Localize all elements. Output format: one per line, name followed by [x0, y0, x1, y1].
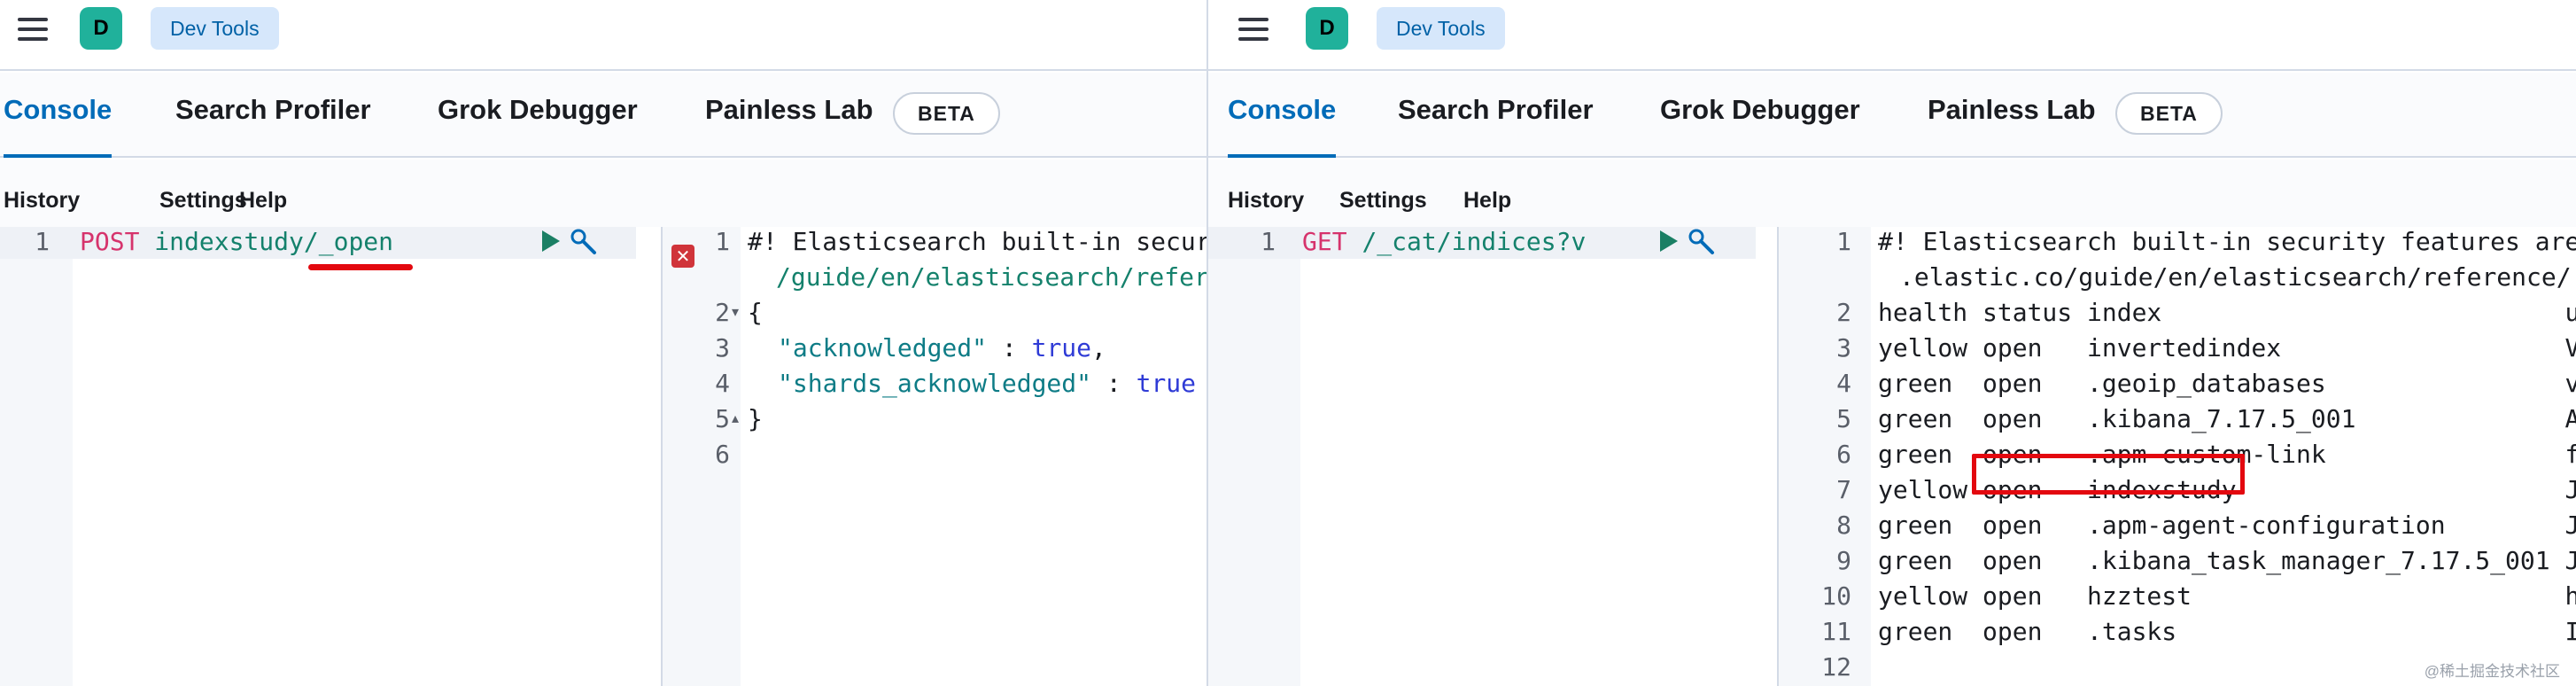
line-number: 3 [1836, 333, 1851, 362]
history-link[interactable]: History [1228, 188, 1304, 214]
devtools-tabs: Console Search Profiler Grok Debugger Pa… [1208, 73, 2576, 158]
beta-badge: BETA [893, 92, 1000, 135]
fold-close-icon[interactable]: ▴ [732, 409, 739, 427]
http-method: POST [80, 227, 140, 256]
http-method: GET [1302, 227, 1347, 256]
request-editor[interactable]: 1 GET /_cat/indices?v [1208, 227, 1756, 686]
cat-indices-row: green open .kibana_7.17.5_001 A [1878, 404, 2576, 433]
header-bar: D Dev Tools [0, 0, 1207, 71]
line-number: 2 [715, 298, 730, 327]
cat-indices-row: green open .kibana_task_manager_7.17.5_0… [1878, 546, 2576, 575]
response-comment-2: /guide/en/elasticsearch/refer [776, 262, 1207, 292]
space-avatar[interactable]: D [1306, 7, 1348, 50]
response-comment-1: #! Elasticsearch built-in security featu… [1878, 227, 2576, 256]
response-panel: 1 #! Elasticsearch built-in security fea… [1777, 227, 2576, 686]
settings-link[interactable]: Settings [1339, 188, 1427, 214]
line-number: 1 [35, 227, 50, 256]
response-field-shards-acknowledged: "shards_acknowledged" : true [778, 369, 1196, 398]
line-number: 10 [1821, 581, 1851, 611]
line-number: 3 [715, 333, 730, 362]
response-comment-2: .elastic.co/guide/en/elasticsearch/refer… [1899, 262, 2572, 292]
space-avatar[interactable]: D [80, 7, 122, 50]
request-line[interactable]: GET /_cat/indices?v [1302, 227, 1586, 256]
line-number: 1 [715, 227, 730, 256]
cat-indices-row: yellow open invertedindex V [1878, 333, 2576, 362]
devtools-tabs: Console Search Profiler Grok Debugger Pa… [0, 73, 1207, 158]
response-comment-1: #! Elasticsearch built-in secur [748, 227, 1207, 256]
cat-indices-row: green open .apm-agent-configuration J [1878, 511, 2576, 540]
console-menu: History Settings Help [0, 160, 1207, 227]
line-number: 2 [1836, 298, 1851, 327]
response-panel: ✕ 1 2 3 4 5 6 ▾ ▴ #! Elasticsearch built… [661, 227, 1207, 686]
tab-search-profiler[interactable]: Search Profiler [1398, 94, 1594, 158]
json-separator: : [1091, 369, 1137, 398]
json-value: true [1136, 369, 1197, 398]
response-field-acknowledged: "acknowledged" : true, [778, 333, 1106, 362]
request-gutter [0, 227, 73, 686]
request-gutter [1208, 227, 1300, 686]
line-number: 4 [1836, 369, 1851, 398]
help-link[interactable]: Help [1463, 188, 1511, 214]
error-icon[interactable]: ✕ [671, 245, 694, 268]
json-comma: , [1091, 333, 1106, 362]
tab-console[interactable]: Console [1228, 94, 1337, 158]
tab-painless-lab[interactable]: Painless Lab [705, 94, 873, 158]
tab-search-profiler[interactable]: Search Profiler [175, 94, 371, 158]
annotation-underline [308, 264, 413, 270]
line-number: 6 [1836, 440, 1851, 469]
tab-grok-debugger[interactable]: Grok Debugger [1660, 94, 1860, 158]
request-path: /_cat/indices?v [1362, 227, 1587, 256]
run-request-icon[interactable] [1660, 230, 1678, 252]
open-brace: { [748, 298, 763, 327]
hamburger-menu-icon[interactable] [1238, 16, 1269, 43]
json-separator: : [987, 333, 1032, 362]
line-number: 1 [1261, 227, 1276, 256]
line-number: 11 [1821, 617, 1851, 646]
fold-open-icon[interactable]: ▾ [732, 303, 739, 321]
annotation-highlight-box [1972, 454, 2245, 495]
left-devtools-window: D Dev Tools Console Search Profiler Grok… [0, 0, 1207, 686]
right-devtools-window: D Dev Tools Console Search Profiler Grok… [1207, 0, 2576, 686]
cat-indices-row: green open .tasks I [1878, 617, 2576, 646]
line-number: 1 [1836, 227, 1851, 256]
settings-link[interactable]: Settings [159, 188, 247, 214]
cat-indices-row: yellow open hzztest h [1878, 581, 2576, 611]
line-number: 5 [1836, 404, 1851, 433]
request-editor[interactable]: 1 POST indexstudy/_open [0, 227, 636, 686]
hamburger-menu-icon[interactable] [18, 16, 48, 43]
beta-badge: BETA [2115, 92, 2223, 135]
line-number: 6 [715, 440, 730, 469]
line-number: 5 [715, 404, 730, 433]
close-brace: } [748, 404, 763, 433]
json-value: true [1031, 333, 1092, 362]
run-request-icon[interactable] [542, 230, 560, 252]
console-menu: History Settings Help [1208, 160, 2576, 227]
wrench-icon[interactable] [569, 227, 599, 257]
request-line[interactable]: POST indexstudy/_open [80, 227, 393, 256]
line-number: 7 [1836, 475, 1851, 504]
tab-painless-lab[interactable]: Painless Lab [1928, 94, 2096, 158]
breadcrumb-dev-tools[interactable]: Dev Tools [151, 7, 279, 50]
tab-console[interactable]: Console [4, 94, 113, 158]
wrench-icon[interactable] [1687, 227, 1717, 257]
history-link[interactable]: History [4, 188, 80, 214]
line-number: 8 [1836, 511, 1851, 540]
cat-indices-row: health status index u [1878, 298, 2576, 327]
request-path: indexstudy/_open [154, 227, 394, 256]
watermark: @稀土掘金技术社区 [2424, 663, 2560, 680]
line-number: 9 [1836, 546, 1851, 575]
line-number: 4 [715, 369, 730, 398]
json-key: "shards_acknowledged" [778, 369, 1092, 398]
header-bar: D Dev Tools [1208, 0, 2576, 71]
cat-indices-row: green open .geoip_databases v [1878, 369, 2576, 398]
json-key: "acknowledged" [778, 333, 988, 362]
line-number: 12 [1821, 652, 1851, 682]
help-link[interactable]: Help [239, 188, 287, 214]
tab-grok-debugger[interactable]: Grok Debugger [438, 94, 638, 158]
breadcrumb-dev-tools[interactable]: Dev Tools [1377, 7, 1505, 50]
